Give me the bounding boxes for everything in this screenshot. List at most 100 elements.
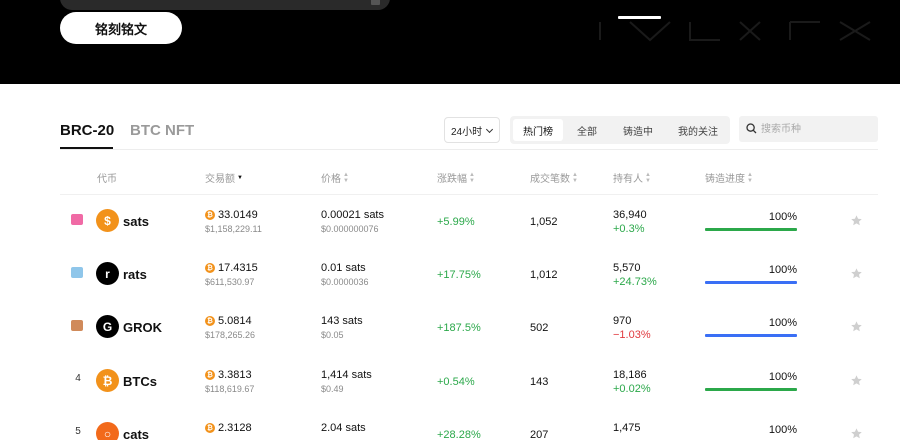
cats-logo-icon: ○ <box>96 422 119 440</box>
favorite-star-icon[interactable] <box>850 427 863 440</box>
tx-count: 207 <box>530 429 549 440</box>
table-row[interactable]: G GROK ₿ 5.0814 $178,265.26 143 sats $0.… <box>60 301 878 354</box>
mint-progress-percent: 100% <box>768 211 797 223</box>
favorite-star-icon[interactable] <box>850 320 863 333</box>
change-percent: +187.5% <box>437 322 481 334</box>
sort-icon: ▲ ▼ <box>469 171 475 184</box>
bitcoin-icon: ₿ <box>205 263 215 273</box>
mint-progress-bar <box>705 388 797 391</box>
search-input[interactable] <box>761 120 871 138</box>
tx-count: 1,012 <box>530 269 558 281</box>
hero-decoration-graphic <box>599 21 871 42</box>
sort-icon: ▲ ▼ <box>572 171 578 184</box>
change-percent: +28.28% <box>437 429 481 440</box>
price-value: 2.04 sats <box>321 422 366 434</box>
favorite-star-icon[interactable] <box>850 267 863 280</box>
column-header-txs[interactable]: 成交笔数 ▲ ▼ <box>530 170 578 186</box>
volume-value: 17.4315 <box>218 262 258 274</box>
column-header-price[interactable]: 价格 ▲ ▼ <box>321 170 349 186</box>
token-name[interactable]: BTCs <box>123 374 157 389</box>
holder-change: +24.73% <box>613 276 657 288</box>
token-name[interactable]: GROK <box>123 320 162 335</box>
volume-value: 5.0814 <box>218 315 252 327</box>
hero-search-icon <box>371 0 380 5</box>
column-header-token-label: 代币 <box>97 174 117 185</box>
holder-count: 5,570 <box>613 262 641 274</box>
token-name[interactable]: cats <box>123 427 149 440</box>
bitcoin-icon: ₿ <box>205 423 215 433</box>
column-header-change-label: 涨跌幅 <box>437 174 467 185</box>
table-row[interactable]: 5 ○ cats ₿ 2.3128 2.04 sats +28.28% 207 … <box>60 408 878 440</box>
holder-change: +0.02% <box>613 383 651 395</box>
tab-brc20[interactable]: BRC-20 <box>60 122 114 139</box>
token-name[interactable]: sats <box>123 214 149 229</box>
column-header-price-label: 价格 <box>321 174 341 185</box>
favorite-star-icon[interactable] <box>850 374 863 387</box>
ranking-segment-control: 热门榜 全部 铸造中 我的关注 <box>510 116 730 144</box>
price-value: 1,414 sats <box>321 369 372 381</box>
column-header-change[interactable]: 涨跌幅 ▲ ▼ <box>437 170 475 186</box>
price-usd: $0.49 <box>321 384 344 394</box>
bitcoin-icon: ₿ <box>205 370 215 380</box>
volume-value: 2.3128 <box>218 422 252 434</box>
table-row[interactable]: $ sats ₿ 33.0149 $1,158,229.11 0.00021 s… <box>60 195 878 248</box>
holder-change: −1.03% <box>613 329 651 341</box>
volume-value: 3.3813 <box>218 369 252 381</box>
tx-count: 502 <box>530 322 549 334</box>
price-usd: $0.000000076 <box>321 224 379 234</box>
mint-progress-bar <box>705 228 797 231</box>
volume-usd: $118,619.67 <box>205 384 255 394</box>
column-header-holders-label: 持有人 <box>613 174 643 185</box>
column-header-volume-label: 交易额 <box>205 174 235 185</box>
volume-btc: ₿ 33.0149 <box>205 209 258 221</box>
sort-desc-icon: ▼ <box>237 174 243 181</box>
column-header-volume[interactable]: 交易额 ▼ <box>205 170 243 185</box>
mint-progress-bar <box>705 281 797 284</box>
hero-banner: 铭刻铭文 <box>0 0 900 84</box>
sort-icon: ▲ ▼ <box>645 171 651 184</box>
hero-search-bar[interactable] <box>60 0 390 10</box>
time-range-value: 24小时 <box>451 126 483 138</box>
column-header-mint-label: 铸造进度 <box>705 174 745 185</box>
column-header-txs-label: 成交笔数 <box>530 174 570 185</box>
column-header-token: 代币 <box>97 170 117 185</box>
favorite-star-icon[interactable] <box>850 214 863 227</box>
segment-minting[interactable]: 铸造中 <box>613 119 663 141</box>
segment-hot[interactable]: 热门榜 <box>513 119 563 141</box>
chevron-down-icon <box>485 125 494 134</box>
volume-value: 33.0149 <box>218 209 258 221</box>
sort-icon: ▲ ▼ <box>747 171 753 184</box>
mint-progress-percent: 100% <box>768 424 797 436</box>
table-row[interactable]: 4 ₿ BTCs ₿ 3.3813 $118,619.67 1,414 sats… <box>60 355 878 408</box>
tabs-divider <box>60 149 878 150</box>
change-percent: +0.54% <box>437 376 475 388</box>
change-percent: +5.99% <box>437 216 475 228</box>
column-header-holders[interactable]: 持有人 ▲ ▼ <box>613 170 651 186</box>
holder-count: 1,475 <box>613 422 641 434</box>
rats-logo-icon: r <box>96 262 119 285</box>
holder-change: +0.3% <box>613 223 645 235</box>
time-range-select[interactable]: 24小时 <box>444 117 500 143</box>
inscribe-button[interactable]: 铭刻铭文 <box>60 12 182 44</box>
column-header-mint[interactable]: 铸造进度 ▲ ▼ <box>705 170 753 186</box>
silver-trophy-icon <box>71 267 83 278</box>
segment-all[interactable]: 全部 <box>566 119 608 141</box>
bronze-trophy-icon <box>71 320 83 331</box>
token-search[interactable] <box>739 116 878 142</box>
mint-progress-bar <box>705 334 797 337</box>
segment-watchlist[interactable]: 我的关注 <box>670 119 726 141</box>
holder-count: 36,940 <box>613 209 647 221</box>
dollar-coin-icon: $ <box>96 209 119 232</box>
rank-number: 5 <box>75 426 81 437</box>
change-percent: +17.75% <box>437 269 481 281</box>
table-row[interactable]: r rats ₿ 17.4315 $611,530.97 0.01 sats $… <box>60 248 878 301</box>
volume-usd: $611,530.97 <box>205 277 255 287</box>
grok-logo-icon: G <box>96 315 119 338</box>
holder-count: 970 <box>613 315 632 327</box>
token-name[interactable]: rats <box>123 267 147 282</box>
search-icon <box>746 123 757 134</box>
tx-count: 143 <box>530 376 549 388</box>
price-usd: $0.0000036 <box>321 277 369 287</box>
tab-btc-nft[interactable]: BTC NFT <box>130 122 194 139</box>
price-usd: $0.05 <box>321 330 344 340</box>
